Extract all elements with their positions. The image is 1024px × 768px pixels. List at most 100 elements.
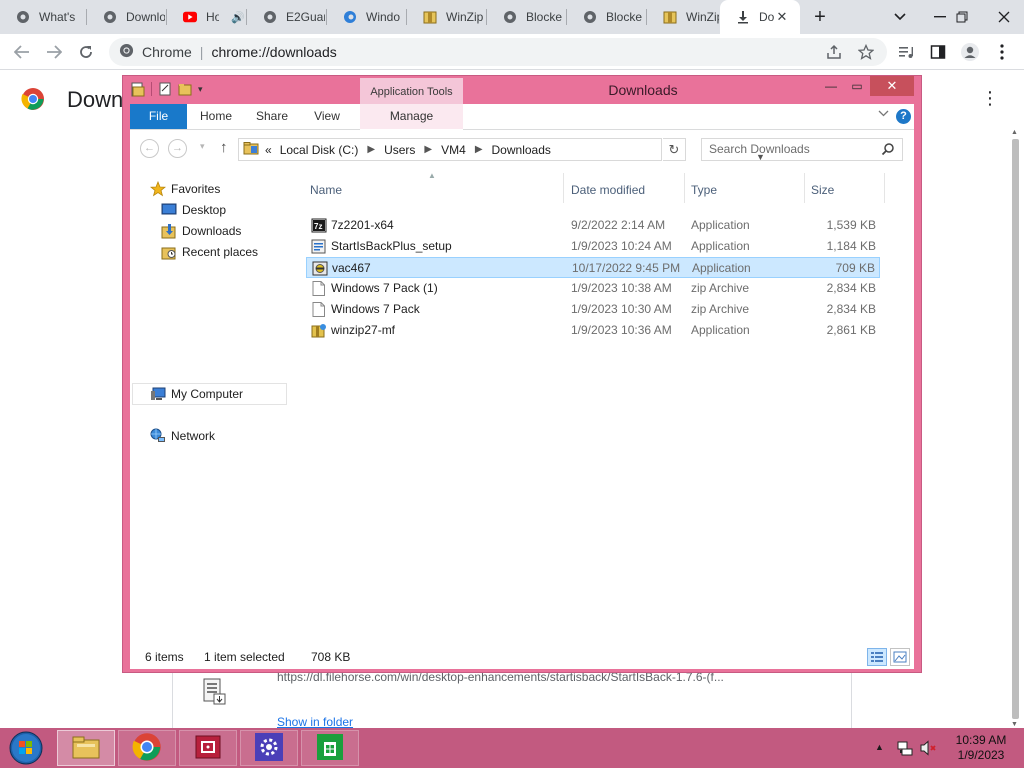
nav-recent-places[interactable]: Recent places <box>161 242 258 262</box>
nav-network[interactable]: Network <box>150 426 215 446</box>
tab-blocked-1[interactable]: Blocke <box>487 0 565 34</box>
refresh-icon[interactable]: ↻ <box>663 138 686 161</box>
omnibox-url[interactable]: chrome://downloads <box>211 44 336 60</box>
details-view-icon[interactable] <box>867 648 887 666</box>
breadcrumb-overflow[interactable]: « <box>265 143 272 157</box>
address-bar[interactable]: « Local Disk (C:) ▶ Users ▶ VM4 ▶ Downlo… <box>238 138 765 162</box>
scroll-down-arrow-icon[interactable]: ▼ <box>1011 721 1018 728</box>
folder-properties-icon[interactable] <box>131 82 145 97</box>
file-date: 1/9/2023 10:24 AM <box>571 239 672 253</box>
page-menu-icon[interactable]: ⋮ <box>980 88 1000 109</box>
tab-close-icon[interactable]: ✕ <box>774 9 790 25</box>
column-divider[interactable] <box>804 173 805 203</box>
tab-manage[interactable]: Manage <box>360 104 463 129</box>
up-arrow-icon[interactable]: ↑ <box>220 139 228 156</box>
file-date: 1/9/2023 10:38 AM <box>571 281 672 295</box>
page-scrollbar[interactable]: ▲ ▼ <box>1010 129 1020 729</box>
tab-winzip-2[interactable]: WinZip <box>647 0 719 34</box>
file-name: 7z2201-x64 <box>331 218 394 232</box>
taskbar-file-explorer[interactable] <box>57 730 115 766</box>
column-header-name[interactable]: Name <box>310 179 560 201</box>
explorer-minimize-icon[interactable]: — <box>817 76 845 98</box>
breadcrumb-vm4[interactable]: VM4 <box>441 143 466 157</box>
taskbar-app-red[interactable] <box>179 730 237 766</box>
taskbar-settings[interactable] <box>240 730 298 766</box>
nav-desktop[interactable]: Desktop <box>161 200 226 220</box>
column-header-size[interactable]: Size <box>811 179 871 201</box>
new-tab-button[interactable]: + <box>800 0 840 34</box>
bookmark-star-icon[interactable] <box>852 38 880 66</box>
breadcrumb-users[interactable]: Users <box>384 143 415 157</box>
breadcrumb-separator-icon[interactable]: ▶ <box>367 144 375 155</box>
column-header-date[interactable]: Date modified <box>571 179 681 201</box>
start-button-icon[interactable] <box>8 731 44 765</box>
file-row[interactable]: StartIsBackPlus_setup 1/9/2023 10:24 AM … <box>306 236 880 257</box>
profile-avatar-icon[interactable] <box>956 38 984 66</box>
qat-dropdown-icon[interactable]: ▾ <box>198 84 203 95</box>
scrollbar-thumb[interactable] <box>1012 139 1019 719</box>
chrome-logo-icon <box>21 87 45 111</box>
large-icons-view-icon[interactable] <box>890 648 910 666</box>
recent-locations-icon[interactable]: ▾ <box>200 141 205 152</box>
restore-icon[interactable] <box>942 0 982 34</box>
tab-home[interactable]: Home <box>192 104 240 129</box>
breadcrumb-downloads[interactable]: Downloads <box>492 143 551 157</box>
search-icon[interactable] <box>881 142 895 156</box>
breadcrumb-separator-icon[interactable]: ▶ <box>475 144 483 155</box>
tab-windows[interactable]: Windo <box>327 0 405 34</box>
window-close-icon[interactable] <box>984 0 1024 34</box>
tab-downloads-site[interactable]: Downlo <box>87 0 165 34</box>
column-divider[interactable] <box>884 173 885 203</box>
nav-downloads[interactable]: Downloads <box>161 221 241 241</box>
explorer-close-icon[interactable]: ✕ <box>870 76 914 96</box>
tab-view[interactable]: View <box>304 104 350 129</box>
forward-arrow-icon[interactable] <box>40 38 68 66</box>
taskbar-store[interactable] <box>301 730 359 766</box>
tab-youtube[interactable]: Ho 🔊 <box>167 0 245 34</box>
tab-search-chevron-icon[interactable] <box>880 0 920 34</box>
nav-my-computer[interactable]: My Computer <box>150 384 243 404</box>
reload-icon[interactable] <box>72 38 100 66</box>
tab-winzip-1[interactable]: WinZip <box>407 0 485 34</box>
help-icon[interactable]: ? <box>896 109 911 124</box>
tab-file[interactable]: File <box>130 104 187 129</box>
omnibox[interactable]: Chrome | chrome://downloads <box>109 38 887 66</box>
tab-whats[interactable]: What's <box>0 0 84 34</box>
taskbar-chrome[interactable] <box>118 730 176 766</box>
share-icon[interactable] <box>820 38 848 66</box>
file-row[interactable]: 7z 7z2201-x64 9/2/2022 2:14 AM Applicati… <box>306 215 880 236</box>
search-input[interactable]: Search Downloads <box>701 138 903 161</box>
breadcrumb-separator-icon[interactable]: ▶ <box>424 144 432 155</box>
chrome-menu-icon[interactable] <box>988 38 1016 66</box>
side-panel-icon[interactable] <box>924 38 952 66</box>
tab-blocked-2[interactable]: Blocke <box>567 0 645 34</box>
column-header-type[interactable]: Type <box>691 179 801 201</box>
system-clock[interactable]: 10:39 AM 1/9/2023 <box>944 733 1018 763</box>
volume-muted-icon[interactable] <box>920 740 938 756</box>
chrome-toolbar: Chrome | chrome://downloads <box>0 34 1024 70</box>
ribbon-expand-chevron-icon[interactable] <box>878 108 889 120</box>
tab-share[interactable]: Share <box>248 104 296 129</box>
tab-e2guardian[interactable]: E2Guar <box>247 0 325 34</box>
explorer-titlebar[interactable]: ▾ Application Tools Downloads — ▭ ✕ <box>123 76 921 106</box>
back-arrow-icon[interactable]: ← <box>140 139 159 158</box>
network-status-icon[interactable] <box>897 740 913 756</box>
show-hidden-icons-icon[interactable]: ▲ <box>875 742 884 752</box>
back-arrow-icon[interactable] <box>8 38 36 66</box>
explorer-maximize-icon[interactable]: ▭ <box>843 76 871 98</box>
nav-favorites[interactable]: Favorites <box>149 179 220 199</box>
media-controls-icon[interactable] <box>892 38 920 66</box>
breadcrumb-local-disk[interactable]: Local Disk (C:) <box>280 143 359 157</box>
forward-arrow-icon[interactable]: → <box>168 139 187 158</box>
file-row[interactable]: Windows 7 Pack 1/9/2023 10:30 AM zip Arc… <box>306 299 880 320</box>
scroll-up-arrow-icon[interactable]: ▲ <box>1011 129 1018 136</box>
properties-icon[interactable] <box>158 82 172 96</box>
new-folder-icon[interactable] <box>178 82 192 96</box>
file-row-selected[interactable]: vac467 10/17/2022 9:45 PM Application 70… <box>306 257 880 278</box>
tab-downloads-active[interactable]: Do ✕ <box>720 0 800 34</box>
show-in-folder-link[interactable]: Show in folder <box>277 715 353 729</box>
file-row[interactable]: winzip27-mf 1/9/2023 10:36 AM Applicatio… <box>306 320 880 341</box>
file-row[interactable]: Windows 7 Pack (1) 1/9/2023 10:38 AM zip… <box>306 278 880 299</box>
column-divider[interactable] <box>684 173 685 203</box>
column-divider[interactable] <box>563 173 564 203</box>
